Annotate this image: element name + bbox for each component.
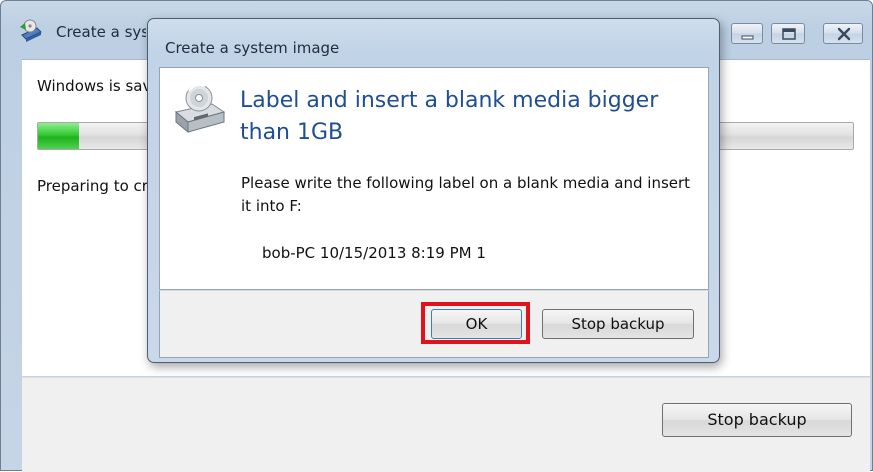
backup-app-icon	[17, 18, 45, 44]
maximize-button[interactable]	[771, 23, 805, 44]
dialog-title: Create a system image	[165, 39, 340, 57]
dialog-footer: OK Stop backup	[159, 290, 709, 358]
media-label-text: bob-PC 10/15/2013 8:19 PM 1	[262, 244, 486, 262]
insert-media-dialog: Create a system image Label and insert a…	[147, 18, 720, 363]
dialog-body: Label and insert a blank media bigger th…	[159, 67, 709, 290]
close-icon	[837, 27, 851, 41]
close-button[interactable]	[823, 23, 863, 44]
main-window-title: Create a system image	[56, 23, 146, 41]
dialog-instruction: Please write the following label on a bl…	[241, 174, 691, 215]
backup-progress-fill	[38, 123, 79, 149]
main-window-footer: Stop backup	[22, 377, 870, 472]
maximize-icon	[782, 28, 796, 40]
backup-status-text: Windows is saving the backup...	[37, 77, 147, 95]
minimize-button[interactable]	[731, 23, 763, 44]
minimize-icon	[741, 35, 754, 40]
dialog-stop-backup-button[interactable]: Stop backup	[542, 309, 694, 339]
dialog-heading: Label and insert a blank media bigger th…	[240, 88, 659, 145]
optical-drive-icon	[172, 82, 228, 136]
main-stop-backup-button[interactable]: Stop backup	[662, 403, 852, 437]
preparing-text: Preparing to create a backup...	[37, 177, 147, 195]
ok-button[interactable]: OK	[431, 309, 522, 339]
